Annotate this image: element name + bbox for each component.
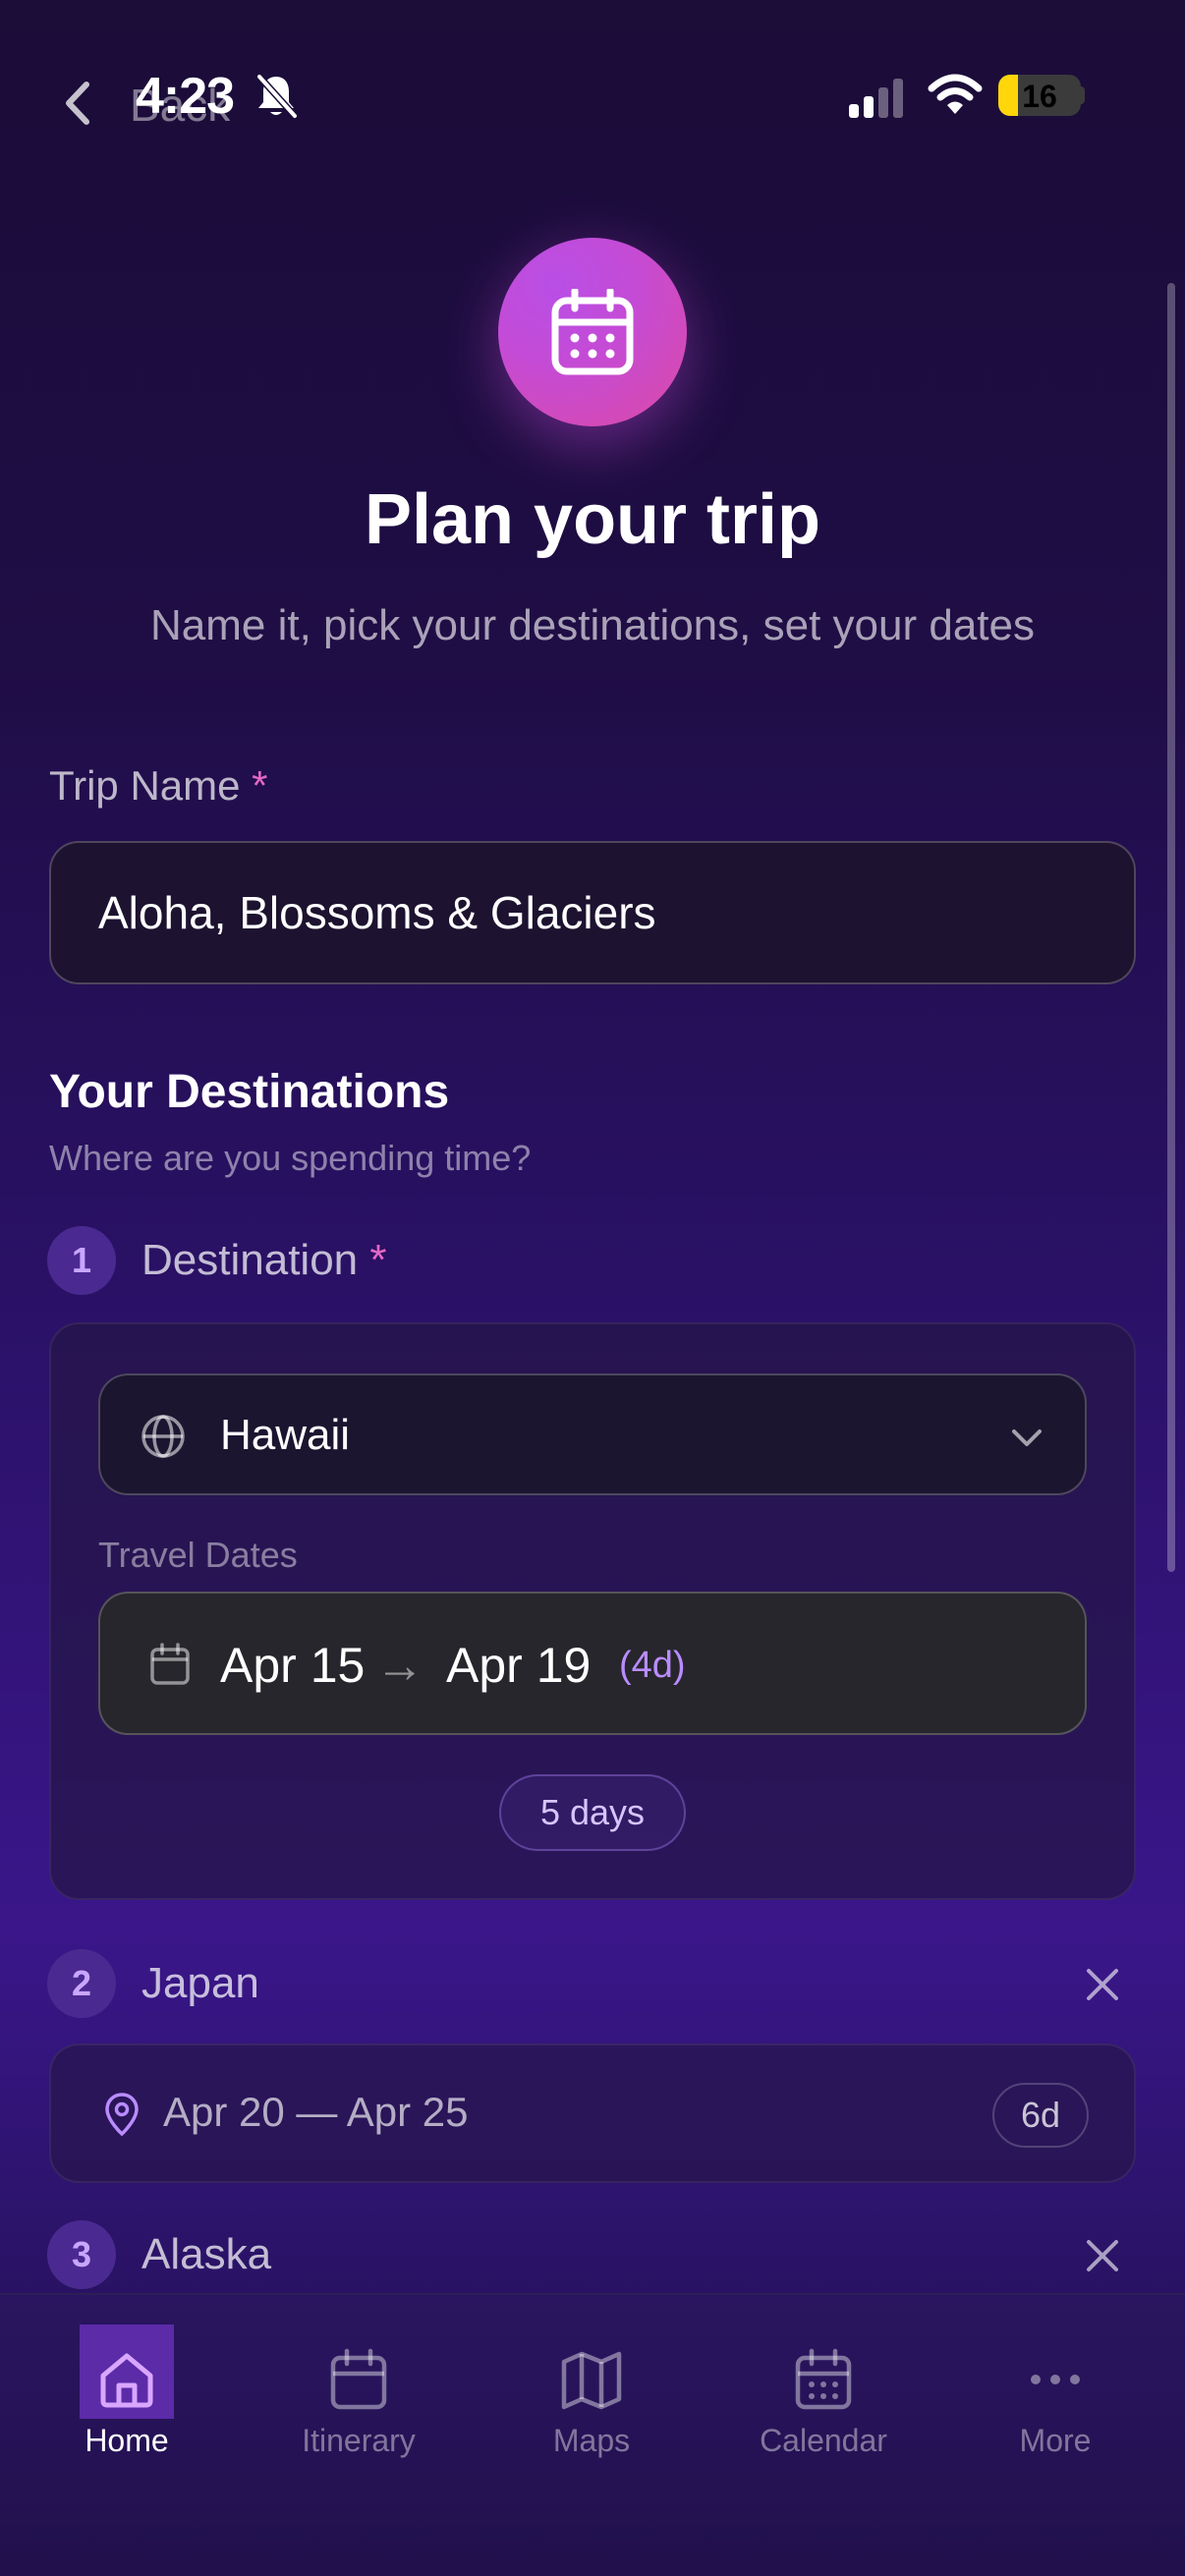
- destination-select-value: Hawaii: [220, 1411, 351, 1459]
- destination-number-badge: 3: [47, 2220, 116, 2289]
- tab-calendar[interactable]: Calendar: [707, 2324, 939, 2482]
- destination-2-name: Japan: [141, 1959, 259, 2007]
- travel-dates-label: Travel Dates: [98, 1535, 298, 1575]
- tab-label: Calendar: [760, 2423, 887, 2458]
- destination-number-badge: 1: [47, 1226, 116, 1295]
- start-date: Apr 15: [220, 1638, 366, 1693]
- globe-icon: [141, 1415, 185, 1458]
- tab-home[interactable]: Home: [11, 2324, 243, 2482]
- bell-muted-icon: [256, 74, 298, 119]
- remove-destination-icon[interactable]: [1083, 1965, 1122, 2004]
- bottom-tab-bar: Home Itinerary Maps Calendar More: [0, 2293, 1185, 2576]
- destination-3-name: Alaska: [141, 2230, 272, 2278]
- tab-itinerary[interactable]: Itinerary: [243, 2324, 475, 2482]
- calendar-grid-icon: [795, 2348, 852, 2410]
- tab-label: Maps: [552, 2423, 631, 2458]
- calendar-icon: [150, 1643, 190, 1685]
- destinations-title: Your Destinations: [49, 1066, 450, 1118]
- nights-duration: (4d): [619, 1645, 686, 1686]
- destination-label-text: Destination: [141, 1236, 359, 1284]
- tab-label: Home: [85, 2423, 169, 2458]
- destinations-subtitle: Where are you spending time?: [49, 1138, 532, 1178]
- destination-select[interactable]: Hawaii: [98, 1373, 1087, 1495]
- travel-dates-picker[interactable]: Apr 15 → Apr 19 (4d): [98, 1592, 1087, 1735]
- page-title: Plan your trip: [364, 480, 821, 559]
- scrollbar[interactable]: [1167, 283, 1175, 1572]
- trip-name-value: Aloha, Blossoms & Glaciers: [98, 887, 656, 938]
- calendar-icon: [551, 289, 634, 375]
- trip-name-input[interactable]: Aloha, Blossoms & Glaciers: [49, 841, 1136, 984]
- map-icon: [561, 2351, 622, 2410]
- required-mark: *: [369, 1236, 387, 1284]
- remove-destination-icon[interactable]: [1083, 2236, 1122, 2275]
- wifi-icon: [928, 74, 983, 114]
- destination-2-days: 6d: [992, 2083, 1089, 2148]
- destination-1-label: Destination *: [141, 1236, 387, 1285]
- trip-name-label: Trip Name *: [49, 762, 268, 810]
- required-mark: *: [252, 762, 268, 809]
- tab-label: More: [1019, 2423, 1092, 2458]
- destination-2-dates: Apr 20 — Apr 25: [163, 2089, 469, 2135]
- days-count-pill: 5 days: [499, 1774, 686, 1851]
- tab-maps[interactable]: Maps: [476, 2324, 707, 2482]
- tab-more[interactable]: More: [939, 2324, 1171, 2482]
- header-calendar-badge: [498, 238, 687, 426]
- battery-level: 16: [1022, 79, 1057, 114]
- calendar-icon: [330, 2348, 387, 2410]
- chevron-down-icon: [1012, 1429, 1042, 1446]
- more-dots-icon: [1031, 2375, 1080, 2384]
- destination-2-card[interactable]: Apr 20 — Apr 25 6d: [49, 2044, 1136, 2183]
- status-time: 4:23: [136, 68, 235, 125]
- destination-number-badge: 2: [47, 1949, 116, 2018]
- page-subtitle: Name it, pick your destinations, set you…: [150, 601, 1035, 649]
- battery-nub: [1079, 86, 1085, 104]
- back-chevron-icon[interactable]: [59, 79, 94, 128]
- tab-label: Itinerary: [302, 2423, 416, 2458]
- home-icon: [100, 2353, 153, 2408]
- battery-indicator: 16: [998, 75, 1081, 116]
- date-arrow: →: [375, 1638, 424, 1693]
- trip-name-label-text: Trip Name: [49, 762, 241, 809]
- location-pin-icon: [105, 2093, 139, 2137]
- cellular-signal-icon: [849, 79, 903, 118]
- end-date: Apr 19: [446, 1638, 592, 1693]
